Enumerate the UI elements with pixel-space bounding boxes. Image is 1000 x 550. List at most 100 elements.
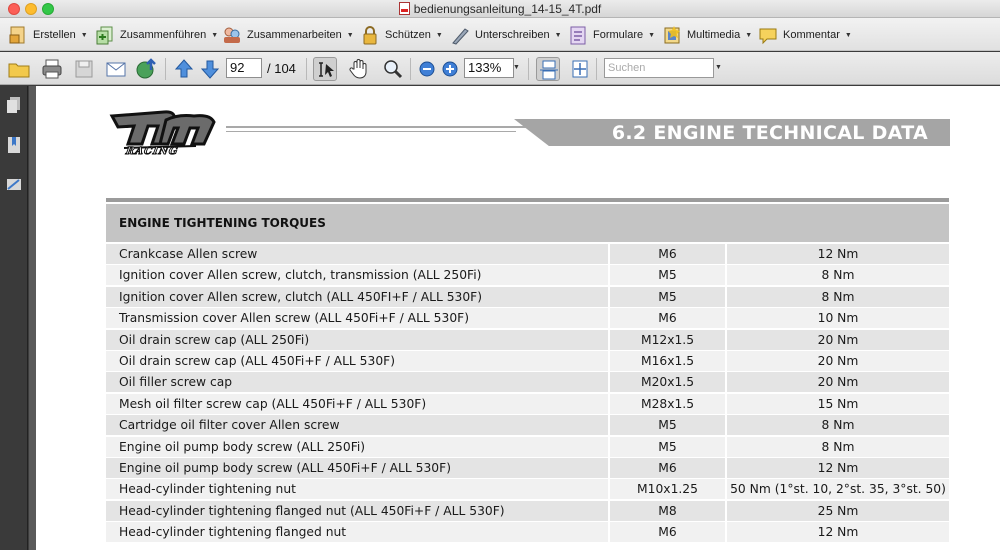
- window-title: bedienungsanleitung_14-15_4T.pdf: [413, 2, 602, 16]
- zoom-dropdown-chevron-icon[interactable]: ▼: [513, 64, 520, 71]
- torque-value-cell: 50 Nm (1°st. 10, 2°st. 35, 3°st. 50): [727, 479, 949, 500]
- description-cell: Head-cylinder tightening nut: [106, 479, 608, 500]
- thread-size-cell: M6: [610, 457, 725, 478]
- torque-value-cell: 12 Nm: [727, 457, 949, 478]
- zoom-in-icon: [442, 61, 458, 77]
- zoom-out-button[interactable]: [415, 57, 439, 81]
- table-row: Engine oil pump body screw (ALL 250Fi) M5…: [106, 436, 949, 458]
- sign-menu-button[interactable]: Unterschreiben ▼: [450, 24, 562, 46]
- zoom-level-field[interactable]: 133%: [464, 58, 514, 78]
- collaborate-icon: [222, 25, 242, 45]
- description-cell: Transmission cover Allen screw (ALL 450F…: [106, 308, 608, 329]
- pages-icon: [7, 97, 20, 113]
- email-button[interactable]: [104, 57, 128, 81]
- select-tool-button[interactable]: [313, 57, 337, 81]
- lock-icon: [360, 25, 380, 45]
- toolbar-separator: [306, 58, 307, 80]
- chevron-down-icon: ▼: [211, 31, 219, 39]
- thread-size-cell: M6: [610, 244, 725, 264]
- fit-page-button[interactable]: [568, 57, 592, 81]
- combine-menu-button[interactable]: Zusammenführen ▼: [95, 24, 218, 46]
- thread-size-cell: M6: [610, 308, 725, 329]
- torque-value-cell: 8 Nm: [727, 286, 949, 307]
- scroll-pages-icon: [540, 60, 558, 80]
- table-row: Ignition cover Allen screw, clutch (ALL …: [106, 286, 949, 308]
- magnifier-icon: [384, 60, 403, 79]
- page-number-input[interactable]: 92: [226, 58, 262, 78]
- torque-value-cell: 25 Nm: [727, 500, 949, 521]
- torque-value-cell: 20 Nm: [727, 329, 949, 350]
- description-cell: Oil drain screw cap (ALL 250Fi): [106, 329, 608, 350]
- hand-tool-button[interactable]: [347, 57, 371, 81]
- upload-button[interactable]: [135, 57, 159, 81]
- chevron-down-icon: ▼: [745, 31, 753, 39]
- pdf-page: RACING 6.2 ENGINE TECHNICAL DATA ENGINE …: [36, 86, 1000, 550]
- bookmark-icon: [8, 137, 20, 153]
- thread-size-cell: M5: [610, 286, 725, 307]
- thread-size-cell: M20x1.5: [610, 372, 725, 393]
- torque-value-cell: 8 Nm: [727, 436, 949, 457]
- description-cell: Head-cylinder tightening flanged nut (AL…: [106, 500, 608, 521]
- torque-value-cell: 12 Nm: [727, 244, 949, 264]
- document-view[interactable]: RACING 6.2 ENGINE TECHNICAL DATA ENGINE …: [29, 86, 1000, 550]
- thread-size-cell: M28x1.5: [610, 393, 725, 414]
- signatures-button[interactable]: [6, 176, 22, 194]
- page-total-label: / 104: [267, 61, 296, 76]
- fit-page-icon: [572, 60, 588, 78]
- collaborate-menu-button[interactable]: Zusammenarbeiten ▼: [222, 24, 354, 46]
- combine-icon: [95, 25, 115, 45]
- save-button[interactable]: [72, 57, 96, 81]
- torque-table: Crankcase Allen screw M6 12 Nm Ignition cov…: [106, 244, 949, 543]
- create-menu-button[interactable]: Erstellen ▼: [8, 24, 88, 46]
- thread-size-cell: M16x1.5: [610, 350, 725, 371]
- scrolling-mode-button[interactable]: [536, 57, 560, 81]
- printer-icon: [42, 59, 62, 79]
- torque-value-cell: 12 Nm: [727, 522, 949, 543]
- next-page-button[interactable]: [198, 57, 222, 81]
- create-pdf-icon: [8, 25, 28, 45]
- zoom-tool-button[interactable]: [381, 57, 405, 81]
- section-rule: [106, 198, 949, 202]
- table-row: Mesh oil filter screw cap (ALL 450Fi+F /…: [106, 393, 949, 415]
- search-dropdown-chevron-icon[interactable]: ▼: [715, 64, 722, 71]
- page-thumbnails-button[interactable]: [6, 96, 22, 114]
- section-title: ENGINE TIGHTENING TORQUES: [119, 216, 326, 230]
- zoom-in-button[interactable]: [438, 57, 462, 81]
- toolbar-separator: [165, 58, 166, 80]
- torque-value-cell: 20 Nm: [727, 372, 949, 393]
- globe-upload-icon: [136, 58, 156, 79]
- torque-value-cell: 8 Nm: [727, 265, 949, 286]
- tm-racing-logo: RACING: [104, 106, 224, 166]
- table-row: Engine oil pump body screw (ALL 450Fi+F …: [106, 457, 949, 479]
- torque-value-cell: 10 Nm: [727, 308, 949, 329]
- title-bar: bedienungsanleitung_14-15_4T.pdf: [0, 0, 1000, 18]
- multimedia-menu-button[interactable]: Multimedia ▼: [662, 24, 752, 46]
- chevron-down-icon: ▼: [80, 31, 88, 39]
- comment-menu-button[interactable]: Kommentar ▼: [758, 24, 852, 46]
- torque-value-cell: 20 Nm: [727, 350, 949, 371]
- forms-menu-button[interactable]: Formulare ▼: [568, 24, 655, 46]
- bookmarks-button[interactable]: [6, 136, 22, 154]
- comment-icon: [758, 25, 778, 45]
- print-button[interactable]: [40, 57, 64, 81]
- chevron-down-icon: ▼: [346, 31, 354, 39]
- chevron-down-icon: ▼: [844, 31, 852, 39]
- table-row: Oil filler screw cap M20x1.5 20 Nm: [106, 372, 949, 393]
- previous-page-button[interactable]: [172, 57, 196, 81]
- signature-icon: [7, 179, 21, 190]
- description-cell: Engine oil pump body screw (ALL 450Fi+F …: [106, 457, 608, 478]
- thread-size-cell: M12x1.5: [610, 329, 725, 350]
- description-cell: Cartridge oil filter cover Allen screw: [106, 415, 608, 436]
- open-file-button[interactable]: [7, 57, 31, 81]
- description-cell: Oil drain screw cap (ALL 450Fi+F / ALL 5…: [106, 350, 608, 371]
- toolbar-separator: [410, 58, 411, 80]
- torque-value-cell: 8 Nm: [727, 415, 949, 436]
- protect-menu-button[interactable]: Schützen ▼: [360, 24, 443, 46]
- description-cell: Oil filler screw cap: [106, 372, 608, 393]
- thread-size-cell: M8: [610, 500, 725, 521]
- table-row: Oil drain screw cap (ALL 450Fi+F / ALL 5…: [106, 350, 949, 372]
- zoom-out-icon: [419, 61, 435, 77]
- folder-icon: [8, 63, 30, 78]
- header-rule: [226, 131, 516, 132]
- search-input[interactable]: [604, 58, 714, 78]
